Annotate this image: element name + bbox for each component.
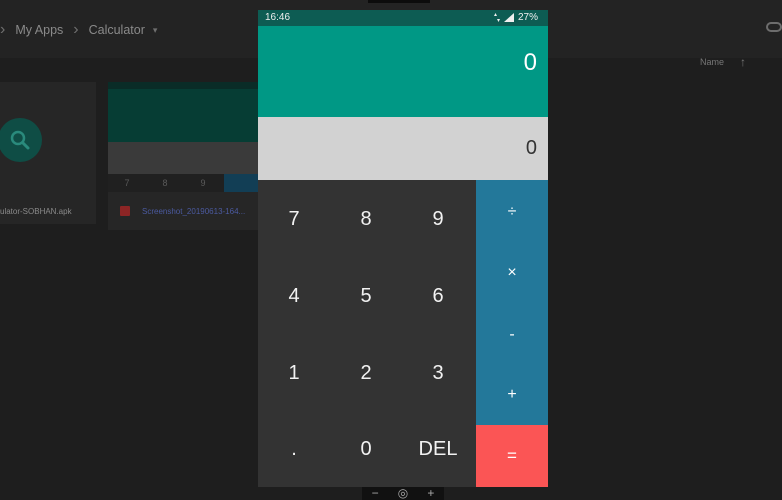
thumbnail-key: 7: [124, 178, 130, 188]
link-icon[interactable]: [766, 22, 782, 32]
expression-display: 0: [258, 26, 548, 117]
breadcrumb: › My Apps › Calculator ▾: [0, 20, 157, 40]
key-0[interactable]: 0: [330, 411, 402, 487]
thumbnail-key: 9: [200, 178, 206, 188]
zoom-in-icon[interactable]: +: [427, 486, 434, 500]
key-1[interactable]: 1: [258, 335, 330, 411]
zoom-controls: − ◎ +: [362, 486, 444, 500]
key-2[interactable]: 2: [330, 335, 402, 411]
thumbnail-key: 8: [162, 178, 168, 188]
image-icon: [120, 206, 130, 216]
expression-value: 0: [523, 49, 537, 76]
thumbnail-keys: 7 8 9: [108, 174, 258, 192]
thumbnail-result: [108, 142, 258, 174]
window-notch: [368, 0, 430, 3]
file-name-screenshot[interactable]: Screenshot_20190613-164...: [142, 207, 245, 216]
battery-percentage: 27%: [517, 12, 538, 23]
key-7[interactable]: 7: [258, 181, 330, 257]
add-button[interactable]: +: [476, 364, 548, 425]
result-display: 0: [258, 117, 548, 180]
key-3[interactable]: 3: [402, 335, 474, 411]
multiply-button[interactable]: ×: [476, 242, 548, 303]
operator-column: ÷ × - +: [476, 180, 548, 425]
signal-icon: [503, 13, 514, 22]
key-6[interactable]: 6: [402, 258, 474, 334]
thumbnail-operator-column: [224, 174, 258, 192]
equals-button[interactable]: =: [476, 425, 548, 487]
zoom-out-icon[interactable]: −: [372, 486, 379, 500]
subtract-button[interactable]: -: [476, 304, 548, 365]
key-5[interactable]: 5: [330, 258, 402, 334]
breadcrumb-separator: ›: [0, 21, 6, 38]
file-name-apk[interactable]: ulator-SOBHAN.apk: [0, 207, 72, 216]
thumbnail-display: [108, 82, 258, 142]
data-arrows-icon: [493, 13, 500, 22]
sort-label[interactable]: Name: [700, 57, 724, 67]
breadcrumb-my-apps[interactable]: My Apps: [15, 23, 63, 37]
sort-control[interactable]: Name ↑: [700, 55, 746, 69]
delete-button[interactable]: DEL: [402, 411, 474, 487]
key-8[interactable]: 8: [330, 181, 402, 257]
search-icon: [0, 118, 42, 162]
calculator-app: 16:46 27% 0 0 7 8 9 4 5 6 1 2 3 . 0 DEL …: [258, 10, 548, 487]
chevron-down-icon[interactable]: ▾: [153, 25, 158, 36]
status-indicators: 27%: [493, 12, 538, 23]
breadcrumb-separator: ›: [73, 21, 79, 38]
key-4[interactable]: 4: [258, 258, 330, 334]
breadcrumb-calculator[interactable]: Calculator: [89, 23, 145, 37]
result-value: 0: [525, 137, 537, 159]
decimal-point-button[interactable]: .: [258, 411, 330, 487]
arrow-up-icon[interactable]: ↑: [740, 55, 746, 69]
divide-button[interactable]: ÷: [476, 181, 548, 242]
file-card-screenshot[interactable]: 7 8 9 Screenshot_20190613-164...: [108, 82, 258, 230]
key-9[interactable]: 9: [402, 181, 474, 257]
status-time: 16:46: [265, 12, 291, 23]
zoom-reset-icon[interactable]: ◎: [398, 486, 408, 500]
file-name-row[interactable]: Screenshot_20190613-164...: [120, 206, 245, 216]
thumbnail-status-bar: [108, 82, 258, 89]
number-keypad: 7 8 9 4 5 6 1 2 3 . 0 DEL: [258, 180, 476, 487]
status-bar: 16:46 27%: [258, 10, 548, 26]
